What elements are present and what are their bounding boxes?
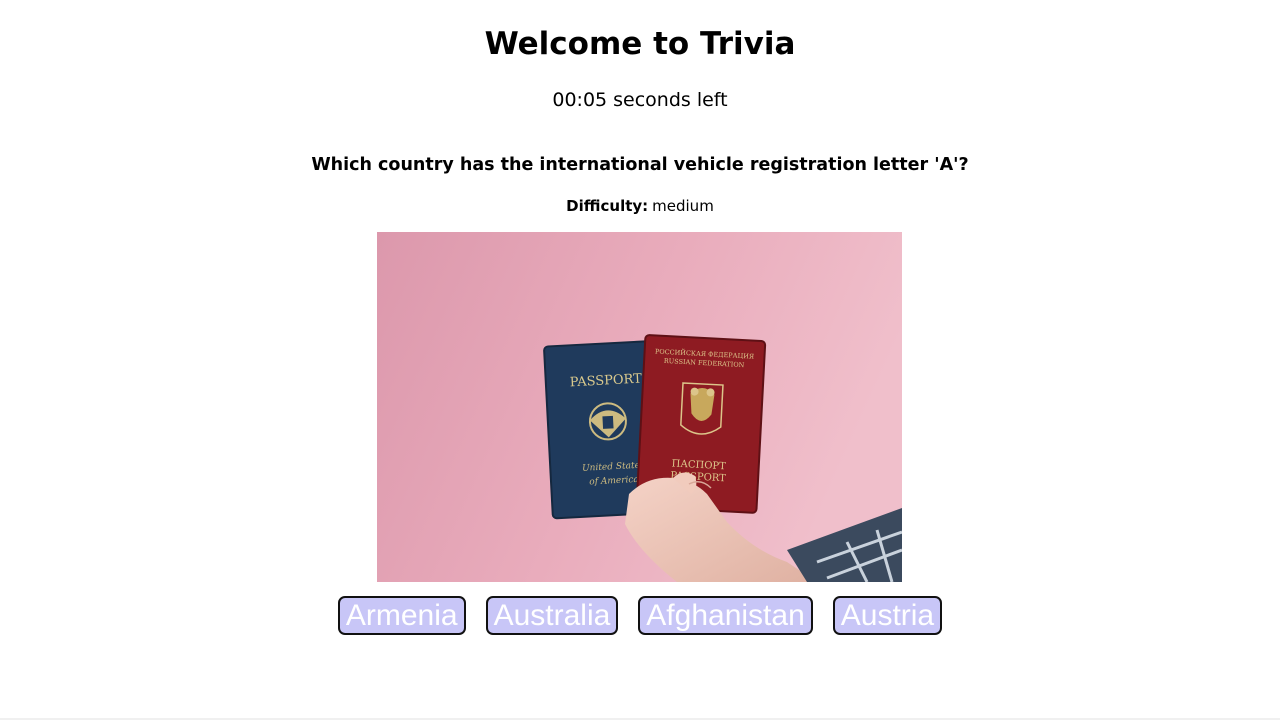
countdown-timer: 00:05 seconds left [0, 88, 1280, 112]
passports-photo: PASSPORT United States of America РОССИЙ… [377, 232, 902, 582]
answer-button-austria[interactable]: Austria [832, 596, 943, 635]
timer-value: 00:05 [552, 89, 608, 111]
answer-button-australia[interactable]: Australia [485, 596, 619, 635]
page-title: Welcome to Trivia [484, 26, 796, 62]
difficulty-label: Difficulty: [566, 197, 649, 215]
question-image: PASSPORT United States of America РОССИЙ… [377, 232, 902, 582]
question-text: Which country has the international vehi… [311, 155, 969, 175]
difficulty-info: Difficulty: medium [0, 196, 1280, 216]
answer-options: Armenia Australia Afghanistan Austria [0, 596, 1280, 635]
trivia-page: Welcome to Trivia 00:05 seconds left Whic… [0, 0, 1280, 720]
difficulty-value: medium [652, 197, 714, 215]
timer-unit: seconds left [613, 89, 728, 111]
answer-button-armenia[interactable]: Armenia [337, 596, 466, 635]
answer-button-afghanistan[interactable]: Afghanistan [638, 596, 813, 635]
